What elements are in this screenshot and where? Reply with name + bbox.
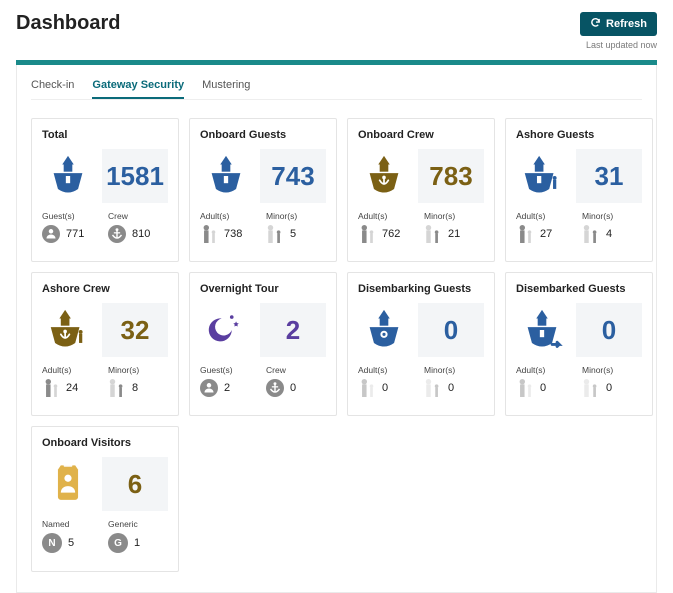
- tab-mustering[interactable]: Mustering: [202, 79, 250, 99]
- card-disembarked-guests: Disembarked Guests 0 Adult(s) 0: [505, 272, 653, 416]
- card-total-value: 783: [418, 149, 484, 203]
- card-title: Onboard Crew: [358, 129, 484, 141]
- sub-label: Adult(s): [358, 211, 418, 221]
- sub-value: 4: [606, 228, 612, 240]
- sub-value: 8: [132, 382, 138, 394]
- sub-label: Minor(s): [582, 365, 642, 375]
- sub-value: 0: [382, 382, 388, 394]
- named-badge-icon: N: [42, 533, 62, 553]
- ship-anchor-icon: [358, 149, 410, 203]
- sub-label: Generic: [108, 519, 168, 529]
- sub-value: 0: [606, 382, 612, 394]
- sub-label: Minor(s): [424, 365, 484, 375]
- card-total-value: 1581: [102, 149, 168, 203]
- card-ashore-guests: Ashore Guests 31 Adult(s) 27: [505, 118, 653, 262]
- sub-value: 21: [448, 228, 460, 240]
- card-title: Overnight Tour: [200, 283, 326, 295]
- card-title: Disembarked Guests: [516, 283, 642, 295]
- sub-value: 0: [290, 382, 296, 394]
- card-title: Total: [42, 129, 168, 141]
- minor-icon: [582, 225, 600, 243]
- sub-value: 738: [224, 228, 242, 240]
- adult-icon: [358, 225, 376, 243]
- ship-disembarked-icon: [516, 303, 568, 357]
- card-title: Onboard Guests: [200, 129, 326, 141]
- sub-label: Crew: [108, 211, 168, 221]
- adult-icon: [516, 379, 534, 397]
- sub-label: Adult(s): [200, 211, 260, 221]
- crew-icon: [266, 379, 284, 397]
- card-total-value: 0: [576, 303, 642, 357]
- sub-value: 0: [448, 382, 454, 394]
- adult-icon: [200, 225, 218, 243]
- minor-icon: [266, 225, 284, 243]
- card-title: Onboard Visitors: [42, 437, 168, 449]
- crew-icon: [108, 225, 126, 243]
- sub-label: Minor(s): [266, 211, 326, 221]
- ship-anchor-ashore-icon: [42, 303, 94, 357]
- generic-badge-icon: G: [108, 533, 128, 553]
- card-title: Ashore Guests: [516, 129, 642, 141]
- card-total-value: 32: [102, 303, 168, 357]
- sub-label: Guest(s): [42, 211, 102, 221]
- sub-label: Named: [42, 519, 102, 529]
- minor-icon: [108, 379, 126, 397]
- card-onboard-guests: Onboard Guests 743 Adult(s) 738: [189, 118, 337, 262]
- adult-icon: [42, 379, 60, 397]
- ship-icon: [200, 149, 252, 203]
- sub-value: 24: [66, 382, 78, 394]
- card-disembarking-guests: Disembarking Guests 0 Adult(s) 0: [347, 272, 495, 416]
- minor-icon: [424, 379, 442, 397]
- minor-icon: [582, 379, 600, 397]
- adult-icon: [516, 225, 534, 243]
- sub-label: Minor(s): [582, 211, 642, 221]
- card-total-value: 6: [102, 457, 168, 511]
- ship-ashore-icon: [516, 149, 568, 203]
- card-total-value: 743: [260, 149, 326, 203]
- sub-label: Adult(s): [516, 211, 576, 221]
- tab-gateway-security[interactable]: Gateway Security: [92, 79, 184, 99]
- last-updated-text: Last updated now: [580, 40, 657, 50]
- card-total-value: 2: [260, 303, 326, 357]
- sub-label: Adult(s): [358, 365, 418, 375]
- moon-icon: [200, 303, 252, 357]
- badge-icon: [42, 457, 94, 511]
- minor-icon: [424, 225, 442, 243]
- refresh-icon: [590, 17, 601, 31]
- sub-value: 810: [132, 228, 150, 240]
- sub-value: 0: [540, 382, 546, 394]
- page-title: Dashboard: [16, 12, 120, 35]
- tab-check-in[interactable]: Check-in: [31, 79, 74, 99]
- card-ashore-crew: Ashore Crew 32 Adult(s) 24: [31, 272, 179, 416]
- sub-value: 771: [66, 228, 84, 240]
- card-title: Disembarking Guests: [358, 283, 484, 295]
- sub-label: Minor(s): [108, 365, 168, 375]
- sub-label: Minor(s): [424, 211, 484, 221]
- card-total-value: 0: [418, 303, 484, 357]
- sub-label: Guest(s): [200, 365, 260, 375]
- guest-icon: [200, 379, 218, 397]
- card-total-value: 31: [576, 149, 642, 203]
- sub-value: 27: [540, 228, 552, 240]
- sub-value: 2: [224, 382, 230, 394]
- sub-label: Crew: [266, 365, 326, 375]
- refresh-button[interactable]: Refresh: [580, 12, 657, 36]
- sub-value: 5: [290, 228, 296, 240]
- sub-value: 5: [68, 537, 74, 549]
- card-total: Total 1581 Guest(s) 771: [31, 118, 179, 262]
- sub-value: 762: [382, 228, 400, 240]
- tabs: Check-in Gateway Security Mustering: [31, 79, 642, 100]
- refresh-label: Refresh: [606, 18, 647, 30]
- ship-icon: [42, 149, 94, 203]
- card-overnight-tour: Overnight Tour 2 Guest(s) 2: [189, 272, 337, 416]
- sub-label: Adult(s): [42, 365, 102, 375]
- card-title: Ashore Crew: [42, 283, 168, 295]
- sub-value: 1: [134, 537, 140, 549]
- sub-label: Adult(s): [516, 365, 576, 375]
- card-onboard-crew: Onboard Crew 783 Adult(s) 762: [347, 118, 495, 262]
- guest-icon: [42, 225, 60, 243]
- card-onboard-visitors: Onboard Visitors 6 Named N 5: [31, 426, 179, 572]
- ship-disembarking-icon: [358, 303, 410, 357]
- adult-icon: [358, 379, 376, 397]
